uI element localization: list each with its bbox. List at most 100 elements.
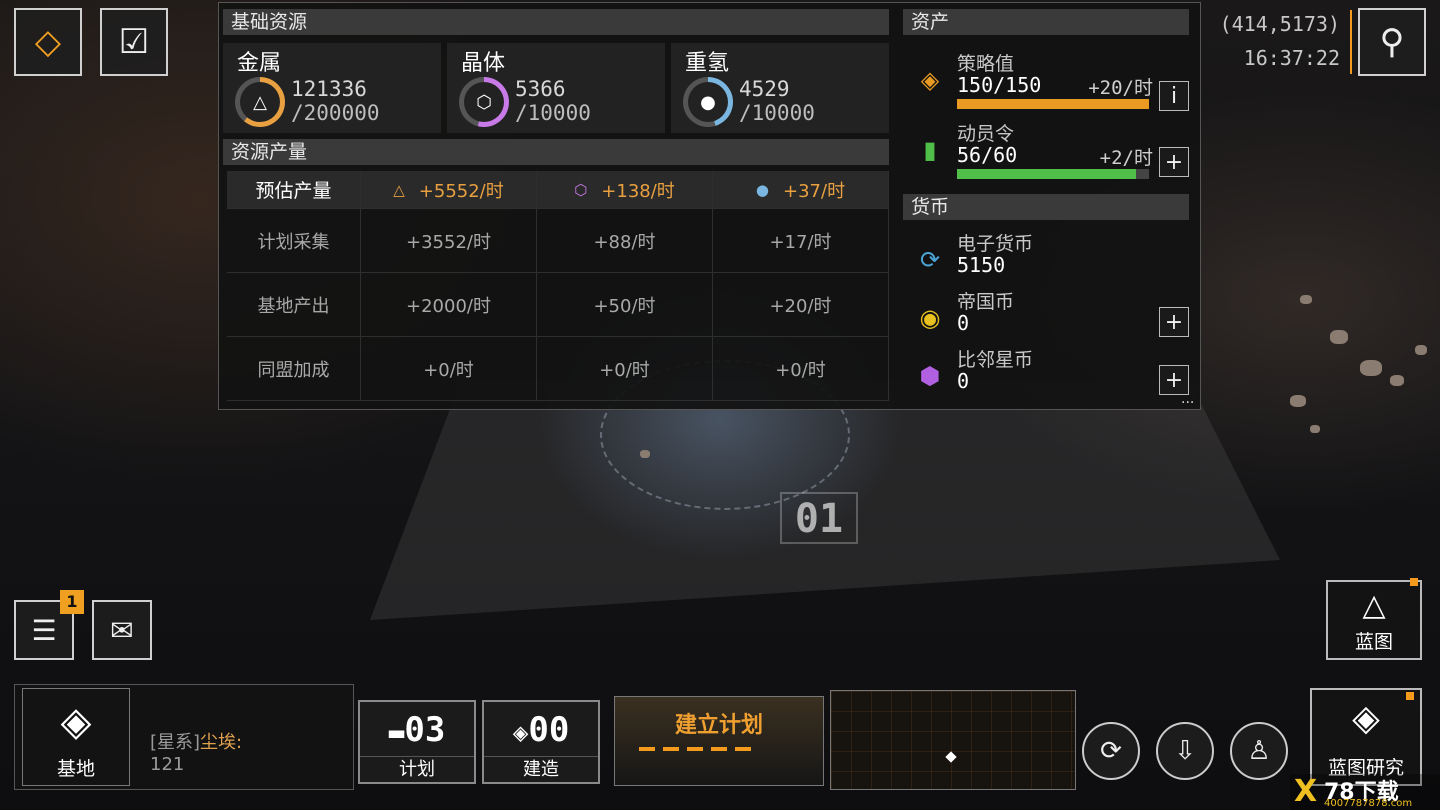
e-currency-icon: ⟳: [919, 246, 941, 274]
mobilize-bar: [957, 169, 1149, 179]
currency-e-currency: ⟳ 电子货币 5150: [909, 229, 1191, 285]
production-table: 预估产量 △ +5552/时 ⬡ +138/时 ● +37/时 计划采集 +3552/…: [227, 171, 889, 401]
production-header: 资源产量: [223, 139, 889, 165]
resource-current: 121336: [291, 77, 367, 101]
asset-label: 策略值: [957, 53, 1015, 75]
create-plan-label: 建立计划: [674, 713, 763, 738]
strategy-bar-fill: [957, 99, 1149, 109]
strategy-info-button[interactable]: i: [1159, 81, 1189, 111]
table-cell: +0/时: [361, 337, 537, 400]
empire-coin-icon: ◉: [919, 304, 941, 332]
plans-label: 计划: [360, 756, 474, 782]
resource-card-deuterium[interactable]: 重氢 ● 4529 /10000: [671, 43, 889, 133]
asteroid: [1290, 395, 1306, 407]
resource-max: /10000: [515, 101, 591, 125]
metal-triangle-icon: △: [393, 180, 405, 199]
basic-resources-header: 基础资源: [223, 9, 889, 35]
crystal-hexagon-icon: ⬡: [476, 91, 492, 113]
asset-label: 动员令: [957, 123, 1015, 145]
alliance-button[interactable]: ♙: [1230, 722, 1288, 780]
blueprint-research-button[interactable]: ◈ 蓝图研究: [1310, 688, 1422, 786]
asteroid: [1300, 295, 1312, 304]
alliance-people-icon: ♙: [1247, 736, 1271, 766]
blueprint-button[interactable]: △ 蓝图: [1326, 580, 1422, 660]
base-beacon-button[interactable]: ◇: [14, 8, 82, 76]
currency-value: 0: [957, 311, 970, 335]
plans-button[interactable]: ▬03 计划: [358, 700, 476, 784]
system-info[interactable]: [星系]尘埃:: [150, 728, 242, 754]
base-label: 基地: [56, 758, 95, 780]
resource-fill-ring: △: [235, 77, 285, 127]
count: 03: [404, 710, 446, 750]
metal-triangle-icon: △: [253, 91, 267, 113]
create-plan-button[interactable]: 建立计划: [614, 696, 824, 786]
row-label: 基地产出: [227, 273, 361, 336]
asset-rate: +20/时: [1088, 77, 1153, 99]
system-label: [星系]: [150, 732, 201, 753]
watermark-x-icon: X: [1294, 774, 1318, 809]
asteroid: [640, 450, 650, 458]
notes-badge: 1: [60, 590, 84, 614]
blueprint-icon: △: [1362, 588, 1386, 623]
watermark-url: 4007787878.com: [1324, 798, 1413, 809]
resource-fill-ring: ⬡: [459, 77, 509, 127]
value: +37/时: [783, 180, 846, 202]
count: 00: [528, 710, 570, 750]
table-row: 基地产出 +2000/时 +50/时 +20/时: [227, 273, 889, 337]
minimap[interactable]: [830, 690, 1076, 790]
resource-name: 重氢: [685, 51, 730, 76]
task-button[interactable]: ☑: [100, 8, 168, 76]
mobilize-bars-icon: ▮: [923, 136, 937, 164]
clock: 16:37:22: [1243, 46, 1340, 70]
value: +138/时: [601, 180, 675, 202]
asset-rate: +2/时: [1099, 147, 1153, 169]
asteroid: [1330, 330, 1348, 344]
estimated-crystal: ⬡ +138/时: [537, 171, 713, 208]
resource-card-metal[interactable]: 金属 △ 121336 /200000: [223, 43, 441, 133]
builds-button[interactable]: ◈00 建造: [482, 700, 600, 784]
mobilize-add-button[interactable]: +: [1159, 147, 1189, 177]
mobilize-bar-fill: [957, 169, 1136, 179]
currency-header: 货币: [903, 194, 1189, 220]
currency-label: 电子货币: [957, 233, 1034, 255]
table-cell: +50/时: [537, 273, 713, 336]
resource-current: 5366: [515, 77, 566, 101]
table-row: 预估产量 △ +5552/时 ⬡ +138/时 ● +37/时: [227, 171, 889, 209]
plans-count: ▬03: [360, 710, 474, 750]
plans-icon: ▬: [388, 718, 405, 748]
row-label: 同盟加成: [227, 337, 361, 400]
mail-button[interactable]: ✉: [92, 600, 152, 660]
base-icon: ◈: [60, 699, 92, 745]
proxima-coin-icon: ⬢: [919, 362, 941, 390]
fleet-down-icon: ⇩: [1174, 736, 1196, 766]
resource-max: /10000: [739, 101, 815, 125]
estimated-label: 预估产量: [227, 171, 361, 208]
notes-icon: ☰: [31, 613, 57, 647]
table-cell: +3552/时: [361, 209, 537, 272]
research-alert-dot: [1406, 692, 1414, 700]
plot-number[interactable]: 01: [780, 492, 858, 544]
more-indicator[interactable]: ...: [1181, 391, 1194, 407]
pin-icon: ⚲: [1379, 22, 1405, 62]
asset-value: 150/150: [957, 73, 1042, 97]
table-cell: +0/时: [537, 337, 713, 400]
currency-label: 帝国币: [957, 291, 1015, 313]
resource-fill-ring: ●: [683, 77, 733, 127]
resource-card-crystal[interactable]: 晶体 ⬡ 5366 /10000: [447, 43, 665, 133]
pin-button[interactable]: ⚲: [1358, 8, 1426, 76]
empire-coin-add-button[interactable]: +: [1159, 307, 1189, 337]
asteroid: [1310, 425, 1320, 433]
assets-header: 资产: [903, 9, 1189, 35]
plan-progress-dashes: [639, 747, 759, 751]
fleet-button[interactable]: ⇩: [1156, 722, 1214, 780]
galaxy-button[interactable]: ⟳: [1082, 722, 1140, 780]
value: +5552/时: [418, 180, 504, 202]
base-button[interactable]: ◈ 基地: [22, 688, 130, 786]
strategy-bar: [957, 99, 1149, 109]
table-cell: +88/时: [537, 209, 713, 272]
builds-label: 建造: [484, 756, 598, 782]
strategy-points: ◈ 策略值 150/150 +20/时 i: [909, 49, 1191, 111]
table-cell: +20/时: [713, 273, 889, 336]
currency-proxima-coin: ⬢ 比邻星币 0 +: [909, 345, 1191, 401]
resource-max: /200000: [291, 101, 380, 125]
